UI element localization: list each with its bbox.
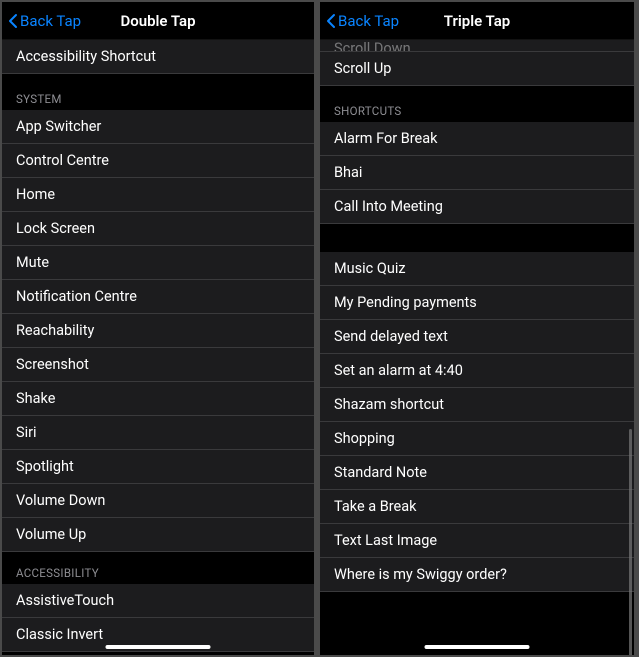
option-row[interactable]: Call Into Meeting [320, 190, 634, 224]
option-row[interactable]: Control Centre [2, 144, 314, 178]
option-row[interactable]: Reachability [2, 314, 314, 348]
option-label: Text Last Image [334, 532, 437, 549]
chevron-left-icon [8, 13, 18, 29]
option-row[interactable]: Home [2, 178, 314, 212]
option-row[interactable]: Shazam shortcut [320, 388, 634, 422]
scroll-indicator[interactable] [629, 429, 632, 655]
option-label: Volume Down [16, 492, 105, 509]
option-row[interactable]: Send delayed text [320, 320, 634, 354]
option-label: Shopping [334, 430, 395, 447]
option-row[interactable]: Scroll Up [320, 52, 634, 86]
option-row-partial[interactable]: Scroll Down [320, 40, 634, 52]
double-tap-screen: Back Tap Double Tap Accessibility Shortc… [2, 2, 314, 655]
option-label: Scroll Down [334, 40, 411, 52]
option-row[interactable]: Lock Screen [2, 212, 314, 246]
option-row[interactable]: Volume Up [2, 518, 314, 552]
option-label: Control Centre [16, 152, 109, 169]
option-row[interactable]: Notification Centre [2, 280, 314, 314]
option-label: Shazam shortcut [334, 396, 444, 413]
option-row[interactable]: Take a Break [320, 490, 634, 524]
option-row[interactable]: Volume Down [2, 484, 314, 518]
page-title: Triple Tap [444, 12, 510, 30]
option-row[interactable]: Music Quiz [320, 252, 634, 286]
back-label: Back Tap [338, 12, 399, 30]
option-label: AssistiveTouch [16, 592, 114, 609]
option-label: Music Quiz [334, 260, 406, 277]
option-label: Alarm For Break [334, 130, 437, 147]
section-gap [320, 224, 634, 252]
section-header-system: SYSTEM [2, 74, 314, 110]
option-row[interactable]: Accessibility Shortcut [2, 40, 314, 74]
option-row[interactable]: Siri [2, 416, 314, 450]
page-title: Double Tap [120, 12, 195, 30]
option-label: Spotlight [16, 458, 74, 475]
option-label: Notification Centre [16, 288, 137, 305]
option-row[interactable]: Set an alarm at 4:40 [320, 354, 634, 388]
option-label: Mute [16, 254, 49, 271]
section-header-accessibility: ACCESSIBILITY [2, 552, 314, 584]
option-label: Call Into Meeting [334, 198, 443, 215]
back-button[interactable]: Back Tap [2, 12, 81, 30]
option-label: Lock Screen [16, 220, 95, 237]
option-row[interactable]: Standard Note [320, 456, 634, 490]
option-row[interactable]: Shake [2, 382, 314, 416]
option-label: Reachability [16, 322, 94, 339]
home-indicator[interactable] [425, 645, 530, 649]
option-label: Accessibility Shortcut [16, 48, 156, 65]
option-label: Scroll Up [334, 60, 391, 77]
option-row[interactable]: Shopping [320, 422, 634, 456]
option-label: Home [16, 186, 55, 203]
option-row[interactable]: Mute [2, 246, 314, 280]
option-label: Bhai [334, 164, 362, 181]
nav-bar: Back Tap Triple Tap [320, 2, 634, 40]
option-label: Set an alarm at 4:40 [334, 362, 463, 379]
option-label: Siri [16, 424, 37, 441]
option-label: Volume Up [16, 526, 86, 543]
chevron-left-icon [326, 13, 336, 29]
option-label: App Switcher [16, 118, 101, 135]
option-label: Standard Note [334, 464, 427, 481]
option-label: Take a Break [334, 498, 416, 515]
option-row[interactable]: Text Last Image [320, 524, 634, 558]
option-label: Screenshot [16, 356, 89, 373]
option-row[interactable]: Alarm For Break [320, 122, 634, 156]
triple-tap-screen: Back Tap Triple Tap Scroll Down Scroll U… [320, 2, 634, 655]
option-label: My Pending payments [334, 294, 477, 311]
back-label: Back Tap [20, 12, 81, 30]
option-row[interactable]: AssistiveTouch [2, 584, 314, 618]
option-label: Classic Invert [16, 626, 103, 643]
section-header-shortcuts: SHORTCUTS [320, 86, 634, 122]
nav-bar: Back Tap Double Tap [2, 2, 314, 40]
option-row[interactable]: My Pending payments [320, 286, 634, 320]
bottom-space [320, 592, 634, 642]
option-row[interactable]: Screenshot [2, 348, 314, 382]
option-row[interactable]: Bhai [320, 156, 634, 190]
option-row[interactable]: Where is my Swiggy order? [320, 558, 634, 592]
option-label: Where is my Swiggy order? [334, 566, 507, 583]
back-button[interactable]: Back Tap [320, 12, 399, 30]
option-label: Send delayed text [334, 328, 448, 345]
option-label: Shake [16, 390, 55, 407]
option-row[interactable]: App Switcher [2, 110, 314, 144]
option-row[interactable]: Spotlight [2, 450, 314, 484]
home-indicator[interactable] [106, 645, 211, 649]
